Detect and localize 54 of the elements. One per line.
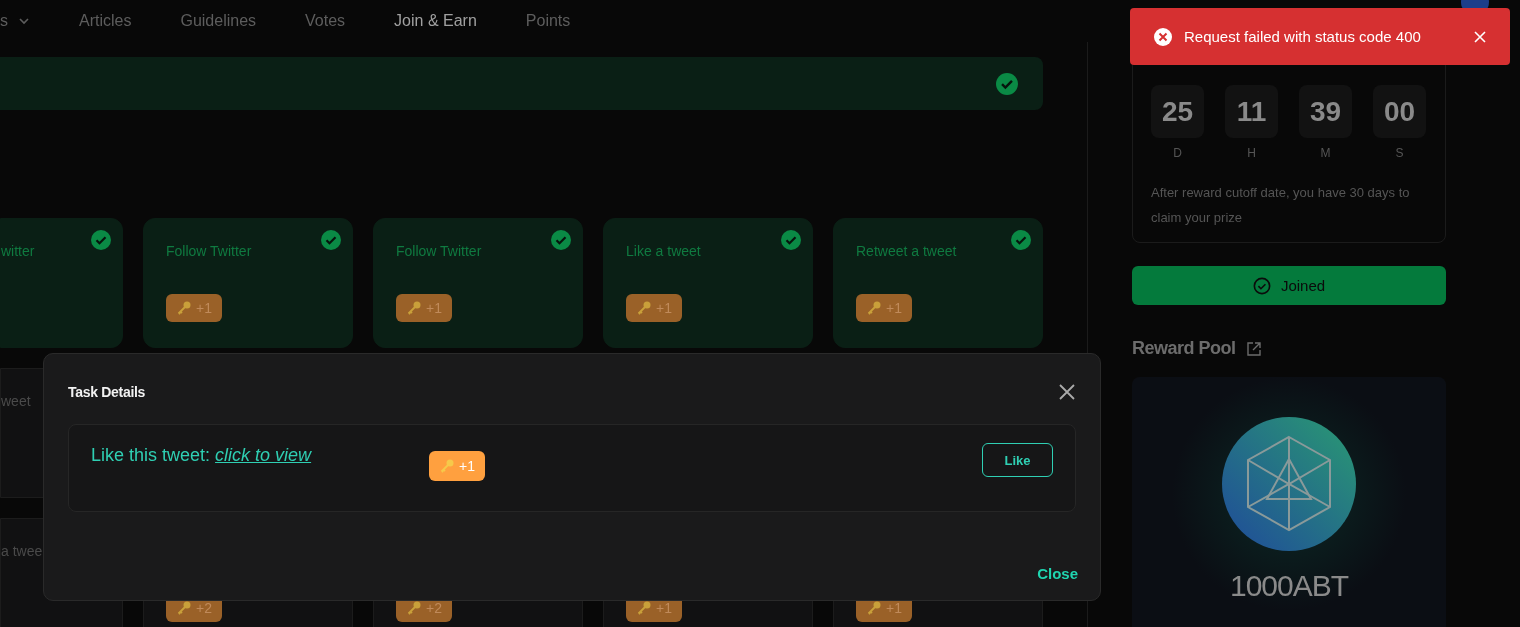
key-icon [636,600,652,616]
countdown-unit: M [1320,146,1331,160]
check-circle-icon [1252,276,1271,295]
joined-button[interactable]: Joined [1132,266,1446,305]
countdown-digits: 25 [1151,85,1204,138]
external-link-icon[interactable] [1245,340,1262,357]
task-title: Follow Twitter [166,243,253,259]
countdown-digits: 00 [1373,85,1426,138]
check-circle-icon [321,230,341,250]
check-circle-icon [91,230,111,250]
task-card[interactable]: witter [0,218,123,348]
nav-link[interactable]: s [0,12,30,30]
countdown-unit: S [1395,146,1404,160]
countdown-unit: D [1173,146,1182,160]
points-badge: +1 [429,451,485,481]
error-icon [1154,27,1172,46]
task-title: witter [1,243,36,259]
nav-link[interactable]: Join & Earn [394,12,477,30]
reward-amount: 1000ABT [1229,569,1349,603]
key-icon [406,600,422,616]
reward-pool-title: Reward Pool [1132,338,1236,359]
chevron-down-icon [18,15,30,27]
task-title: Retweet a tweet [856,243,958,259]
nav-link[interactable]: Points [525,12,571,30]
countdown-digits: 11 [1225,85,1278,138]
nav-link[interactable]: Guidelines [180,12,257,30]
dialog-title: Task Details [68,384,146,400]
key-icon [176,300,192,316]
key-icon [406,300,422,316]
check-circle-icon [551,230,571,250]
token-logo-icon [1222,417,1356,551]
nav-link[interactable]: Articles [79,12,132,30]
close-button[interactable]: Close [1037,565,1078,582]
check-circle-icon [1011,230,1031,250]
task-instruction: Like this tweet: click to view [91,445,312,466]
close-icon[interactable] [1058,383,1076,401]
task-title: weet [1,393,32,409]
key-icon [636,300,652,316]
toast-message: Request failed with status code 400 [1184,28,1422,45]
task-title: a twee [1,543,44,559]
countdown-unit: H [1247,146,1256,160]
check-circle-icon [996,72,1018,95]
task-title: Like a tweet [626,243,702,259]
nav-link[interactable]: Votes [305,12,346,30]
key-icon [866,600,882,616]
like-button[interactable]: Like [982,443,1053,477]
cutoff-note: After reward cutoff date, you have 30 days to claim your prize [1151,184,1411,227]
check-circle-icon [781,230,801,250]
countdown-digits: 39 [1299,85,1352,138]
key-icon [866,300,882,316]
tweet-link[interactable]: click to view [215,445,312,465]
task-title: Follow Twitter [396,243,483,259]
key-icon [176,600,192,616]
key-icon [439,458,455,474]
